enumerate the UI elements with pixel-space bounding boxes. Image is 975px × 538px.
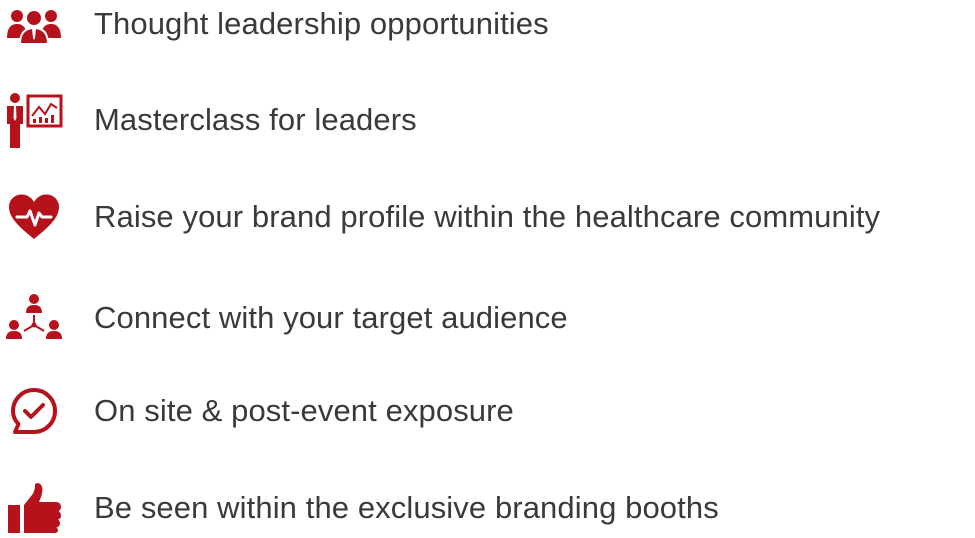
list-item-exposure: On site & post-event exposure — [0, 381, 975, 441]
list-item-brand-profile: Raise your brand profile within the heal… — [0, 187, 975, 247]
benefits-list: Thought leadership opportunities Masterc… — [0, 0, 975, 533]
network-people-icon — [4, 288, 64, 348]
item-label: Thought leadership opportunities — [94, 6, 549, 41]
group-people-icon — [4, 0, 64, 54]
check-speech-bubble-icon — [4, 381, 64, 441]
list-item-thought-leadership: Thought leadership opportunities — [0, 0, 975, 54]
list-item-connect-audience: Connect with your target audience — [0, 288, 975, 348]
thumbs-up-icon — [4, 478, 64, 538]
list-item-branding-booths: Be seen within the exclusive branding bo… — [0, 478, 975, 538]
item-label: Raise your brand profile within the heal… — [94, 199, 881, 234]
list-item-masterclass: Masterclass for leaders — [0, 90, 975, 150]
item-label: On site & post-event exposure — [94, 393, 514, 428]
heart-pulse-icon — [4, 187, 64, 247]
presenter-chart-icon — [4, 90, 64, 150]
item-label: Be seen within the exclusive branding bo… — [94, 490, 719, 525]
item-label: Masterclass for leaders — [94, 102, 417, 137]
item-label: Connect with your target audience — [94, 300, 568, 335]
